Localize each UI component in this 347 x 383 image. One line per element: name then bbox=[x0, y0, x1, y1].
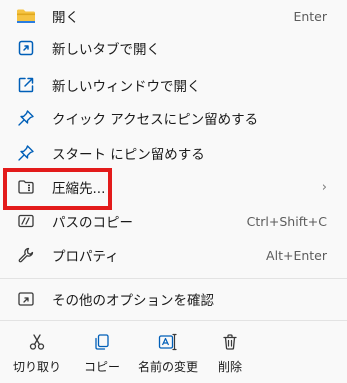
delete-button[interactable]: 削除 bbox=[208, 324, 252, 383]
quick-action-label: 削除 bbox=[217, 360, 242, 374]
menu-item-label: 圧縮先... bbox=[52, 181, 106, 197]
menu-item-open-new-window[interactable]: 新しいウィンドウで開く bbox=[6, 69, 341, 101]
menu-item-open-new-tab[interactable]: 新しいタブで開く bbox=[6, 32, 341, 64]
copy-icon bbox=[93, 332, 111, 352]
menu-item-label: クイック アクセスにピン留めする bbox=[52, 112, 259, 128]
menu-item-label: パスのコピー bbox=[52, 215, 133, 231]
context-menu: 開く Enter 新しいタブで開く 新しいウィンドウで開く クイック アクセスに… bbox=[0, 0, 347, 383]
menu-divider bbox=[0, 320, 347, 321]
menu-item-properties[interactable]: プロパティ Alt+Enter bbox=[6, 239, 341, 271]
pin-icon bbox=[16, 108, 36, 128]
menu-item-pin-quick-access[interactable]: クイック アクセスにピン留めする bbox=[6, 102, 341, 134]
pin-icon bbox=[16, 143, 36, 163]
more-options-icon bbox=[16, 289, 36, 309]
menu-item-label: 開く bbox=[52, 10, 79, 26]
quick-action-label: 名前の変更 bbox=[137, 360, 198, 374]
archive-icon bbox=[16, 177, 36, 197]
menu-item-label: 新しいウィンドウで開く bbox=[52, 79, 201, 95]
menu-item-label: その他のオプションを確認 bbox=[52, 293, 214, 309]
menu-item-label: スタート にピン留めする bbox=[52, 147, 205, 163]
menu-item-show-more-options[interactable]: その他のオプションを確認 bbox=[6, 283, 341, 315]
wrench-icon bbox=[16, 245, 36, 265]
chevron-right-icon: › bbox=[321, 179, 327, 195]
rename-icon bbox=[158, 332, 178, 352]
menu-item-label: 新しいタブで開く bbox=[52, 42, 160, 58]
menu-item-label: プロパティ bbox=[52, 249, 119, 265]
folder-icon bbox=[16, 6, 36, 26]
cut-icon bbox=[28, 332, 46, 352]
shortcut-text: Ctrl+Shift+C bbox=[246, 213, 327, 229]
copy-button[interactable]: コピー bbox=[78, 324, 126, 383]
open-in-new-tab-icon bbox=[16, 38, 36, 58]
cut-button[interactable]: 切り取り bbox=[8, 324, 66, 383]
shortcut-text: Enter bbox=[293, 8, 327, 24]
menu-item-pin-start[interactable]: スタート にピン留めする bbox=[6, 137, 341, 169]
quick-actions-bar: 切り取り コピー 名前の変更 削除 bbox=[0, 324, 347, 383]
rename-button[interactable]: 名前の変更 bbox=[134, 324, 202, 383]
quick-action-label: コピー bbox=[83, 360, 120, 374]
delete-icon bbox=[221, 332, 239, 352]
menu-item-copy-path[interactable]: パスのコピー Ctrl+Shift+C bbox=[6, 205, 341, 237]
menu-item-compress-to[interactable]: 圧縮先... › bbox=[6, 171, 341, 203]
menu-item-open[interactable]: 開く Enter bbox=[6, 0, 341, 32]
menu-divider bbox=[0, 278, 347, 279]
copy-path-icon bbox=[16, 211, 36, 231]
quick-action-label: 切り取り bbox=[12, 360, 61, 374]
open-in-new-window-icon bbox=[16, 75, 36, 95]
shortcut-text: Alt+Enter bbox=[266, 247, 327, 263]
